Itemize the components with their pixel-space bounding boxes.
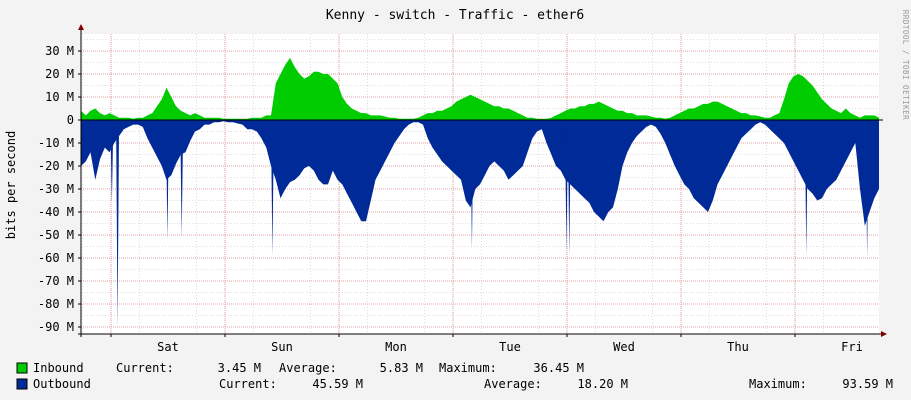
chart-svg: Kenny - switch - Traffic - ether6 RRDTOO… [0,0,911,400]
legend-maximum-label: Maximum: [439,361,497,375]
y-tick-label: -90 M [38,320,74,334]
legend-average-value: 18.20 M [577,377,628,391]
x-tick-label: Sun [271,340,293,354]
legend-current-label: Current: [219,377,277,391]
y-axis-label: bits per second [4,131,18,239]
y-tick-label: 20 M [45,67,74,81]
legend-swatch [16,378,28,390]
legend-swatch [16,362,28,374]
legend-current-value: 3.45 M [218,361,261,375]
y-tick-label: 30 M [45,44,74,58]
x-tick-label: Tue [499,340,521,354]
legend-average-label: Average: [484,377,542,391]
x-tick-label: Thu [727,340,749,354]
x-tick-label: Mon [385,340,407,354]
x-tick-label: Fri [841,340,863,354]
legend-current-value: 45.59 M [312,377,363,391]
y-tick-label: -70 M [38,274,74,288]
legend-maximum-value: 36.45 M [533,361,584,375]
y-tick-label: -30 M [38,182,74,196]
y-tick-label: -60 M [38,251,74,265]
y-tick-label: 0 [67,113,74,127]
legend-current-label: Current: [116,361,174,375]
chart-title: Kenny - switch - Traffic - ether6 [326,8,584,23]
legend-series-name: Inbound [33,361,84,375]
legend-maximum-value: 93.59 M [842,377,893,391]
y-tick-label: -20 M [38,159,74,173]
legend-series-name: Outbound [33,377,91,391]
legend-average-label: Average: [279,361,337,375]
traffic-chart: Kenny - switch - Traffic - ether6 RRDTOO… [0,0,911,400]
y-tick-label: -80 M [38,297,74,311]
legend-maximum-label: Maximum: [749,377,807,391]
y-tick-label: -40 M [38,205,74,219]
y-tick-label: -50 M [38,228,74,242]
y-tick-label: 10 M [45,90,74,104]
legend-average-value: 5.83 M [380,361,423,375]
x-tick-label: Sat [157,340,179,354]
x-tick-label: Wed [613,340,635,354]
y-tick-label: -10 M [38,136,74,150]
rrdtool-watermark: RRDTOOL / TOBI OETIKER [901,10,910,120]
